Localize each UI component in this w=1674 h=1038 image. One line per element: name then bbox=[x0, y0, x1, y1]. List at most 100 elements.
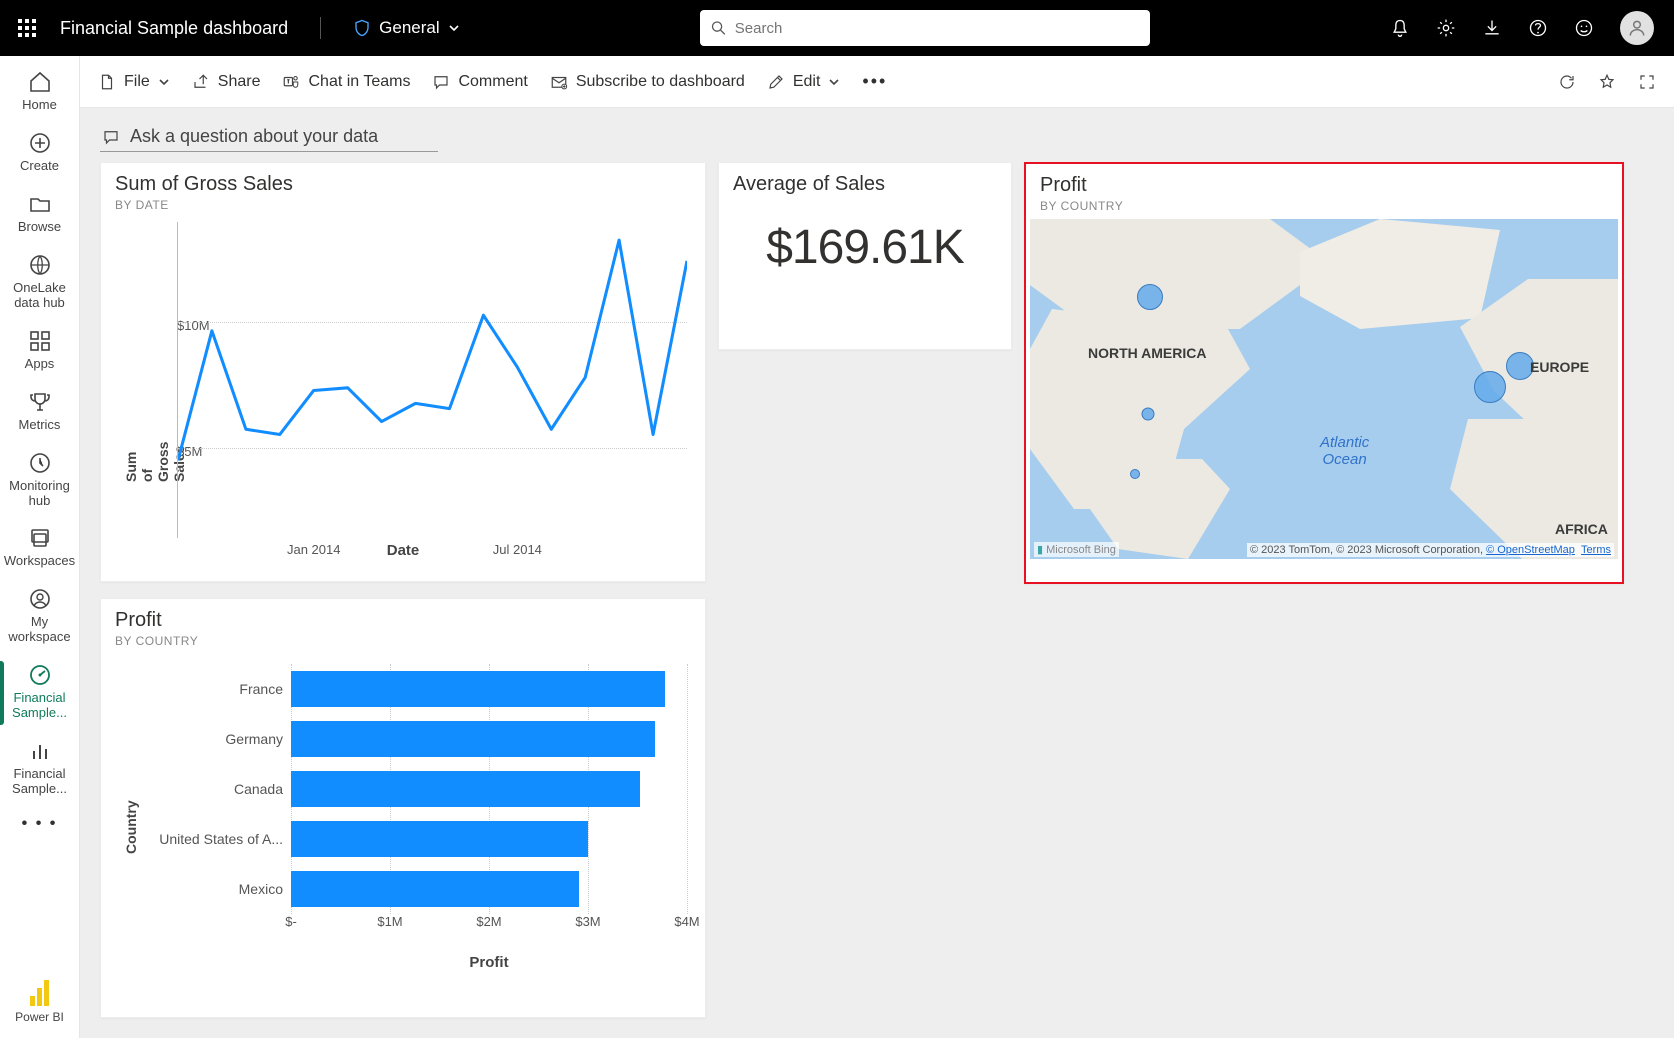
map-bubble-canada[interactable] bbox=[1137, 284, 1163, 310]
person-icon bbox=[1627, 18, 1647, 38]
tb-label: Comment bbox=[458, 73, 527, 91]
bar-category-label: Mexico bbox=[131, 881, 291, 897]
share-button[interactable]: Share bbox=[192, 73, 261, 91]
search-icon bbox=[710, 19, 727, 37]
nav-label: OneLake data hub bbox=[4, 281, 75, 311]
map-visual[interactable]: NORTH AMERICA EUROPE AFRICA Atlantic Oce… bbox=[1030, 219, 1618, 559]
x-tick: Jan 2014 bbox=[287, 538, 341, 557]
nav-onelake[interactable]: OneLake data hub bbox=[0, 245, 79, 321]
nav-financial-sample-2[interactable]: Financial Sample... bbox=[0, 731, 79, 807]
trophy-icon bbox=[28, 390, 52, 414]
bar-row: Mexico bbox=[131, 864, 687, 914]
subscribe-button[interactable]: Subscribe to dashboard bbox=[550, 73, 745, 91]
tile-profit-map[interactable]: Profit BY COUNTRY bbox=[1024, 162, 1624, 584]
nav-monitoring[interactable]: Monitoring hub bbox=[0, 443, 79, 519]
chat-teams-button[interactable]: Chat in Teams bbox=[282, 73, 410, 91]
tile-subtitle: BY COUNTRY bbox=[115, 634, 691, 648]
osm-link[interactable]: © OpenStreetMap bbox=[1486, 544, 1575, 556]
bar-chart-icon bbox=[28, 739, 52, 763]
x-tick: $4M bbox=[674, 914, 699, 929]
map-bubble-germany[interactable] bbox=[1474, 371, 1506, 403]
page-icon bbox=[98, 73, 116, 91]
nav-create[interactable]: Create bbox=[0, 123, 79, 184]
nav-home[interactable]: Home bbox=[0, 62, 79, 123]
qna-placeholder: Ask a question about your data bbox=[130, 126, 378, 147]
tile-title: Profit bbox=[1040, 174, 1608, 197]
nav-apps[interactable]: Apps bbox=[0, 321, 79, 382]
chevron-down-icon bbox=[158, 76, 170, 88]
bar-category-label: United States of A... bbox=[131, 831, 291, 847]
bar[interactable] bbox=[291, 671, 665, 707]
refresh-icon[interactable] bbox=[1558, 73, 1576, 91]
tile-title: Profit bbox=[115, 609, 691, 632]
app-launcher-icon[interactable] bbox=[18, 19, 36, 37]
nav-more[interactable]: • • • bbox=[14, 807, 66, 841]
help-icon[interactable] bbox=[1528, 18, 1548, 38]
nav-metrics[interactable]: Metrics bbox=[0, 382, 79, 443]
tile-gross-sales[interactable]: Sum of Gross Sales BY DATE Sum of Gross … bbox=[100, 162, 706, 582]
nav-workspaces[interactable]: Workspaces bbox=[0, 518, 79, 579]
favorite-icon[interactable] bbox=[1598, 73, 1616, 91]
comment-icon bbox=[102, 128, 120, 146]
edit-menu[interactable]: Edit bbox=[767, 73, 841, 91]
nav-my-workspace[interactable]: My workspace bbox=[0, 579, 79, 655]
comment-icon bbox=[432, 73, 450, 91]
bar[interactable] bbox=[291, 871, 579, 907]
fullscreen-icon[interactable] bbox=[1638, 73, 1656, 91]
nav-footer-label: Power BI bbox=[15, 1010, 64, 1024]
bar-category-label: Germany bbox=[131, 731, 291, 747]
nav-browse[interactable]: Browse bbox=[0, 184, 79, 245]
map-label-eu: EUROPE bbox=[1530, 359, 1589, 375]
person-circle-icon bbox=[28, 587, 52, 611]
sensitivity-label[interactable]: General bbox=[353, 18, 459, 38]
apps-icon bbox=[28, 329, 52, 353]
nav-label: Apps bbox=[25, 357, 55, 372]
search-input[interactable] bbox=[735, 20, 1140, 37]
tile-title: Average of Sales bbox=[733, 173, 997, 196]
tile-profit-bar[interactable]: Profit BY COUNTRY Country FranceGermanyC… bbox=[100, 598, 706, 1018]
map-label-na: NORTH AMERICA bbox=[1088, 345, 1206, 361]
x-tick: $2M bbox=[476, 914, 501, 929]
feedback-icon[interactable] bbox=[1574, 18, 1594, 38]
shield-icon bbox=[353, 18, 371, 38]
nav-label: Workspaces bbox=[4, 554, 75, 569]
plus-circle-icon bbox=[28, 131, 52, 155]
bing-logo: ▮ Microsoft Bing bbox=[1034, 542, 1119, 557]
bar-row: Germany bbox=[131, 714, 687, 764]
comment-button[interactable]: Comment bbox=[432, 73, 527, 91]
search-box[interactable] bbox=[700, 10, 1150, 46]
x-tick: $1M bbox=[377, 914, 402, 929]
nav-label: Financial Sample... bbox=[4, 767, 75, 797]
nav-label: Home bbox=[22, 98, 57, 113]
file-menu[interactable]: File bbox=[98, 73, 170, 91]
nav-label: Browse bbox=[18, 220, 61, 235]
header-right bbox=[1390, 11, 1664, 45]
notifications-icon[interactable] bbox=[1390, 18, 1410, 38]
line-chart: Jan 2014 Jul 2014 bbox=[177, 222, 687, 538]
qna-input[interactable]: Ask a question about your data bbox=[100, 124, 438, 152]
nav-financial-sample-1[interactable]: Financial Sample... bbox=[0, 655, 79, 731]
x-tick: $- bbox=[285, 914, 297, 929]
bar[interactable] bbox=[291, 821, 588, 857]
tile-avg-sales[interactable]: Average of Sales $169.61K bbox=[718, 162, 1012, 350]
x-tick: $3M bbox=[575, 914, 600, 929]
bar[interactable] bbox=[291, 771, 640, 807]
terms-link[interactable]: Terms bbox=[1581, 544, 1611, 556]
settings-icon[interactable] bbox=[1436, 18, 1456, 38]
nav-label: Monitoring hub bbox=[4, 479, 75, 509]
bar-chart: FranceGermanyCanadaUnited States of A...… bbox=[131, 664, 687, 971]
map-bubble-usa[interactable] bbox=[1142, 408, 1155, 421]
download-icon[interactable] bbox=[1482, 18, 1502, 38]
qna-row: Ask a question about your data bbox=[100, 108, 1662, 162]
map-bubble-mexico[interactable] bbox=[1130, 469, 1140, 479]
top-header: Financial Sample dashboard General bbox=[0, 0, 1674, 56]
nav-footer[interactable]: Power BI bbox=[0, 980, 79, 1038]
sensitivity-text: General bbox=[379, 18, 439, 38]
account-avatar[interactable] bbox=[1620, 11, 1654, 45]
bar[interactable] bbox=[291, 721, 655, 757]
nav-label: My workspace bbox=[4, 615, 75, 645]
more-options[interactable]: ••• bbox=[862, 71, 887, 92]
chevron-down-icon bbox=[448, 22, 460, 34]
home-icon bbox=[28, 70, 52, 94]
dashboard-toolbar: File Share Chat in Teams Comment Subscri… bbox=[80, 56, 1674, 108]
